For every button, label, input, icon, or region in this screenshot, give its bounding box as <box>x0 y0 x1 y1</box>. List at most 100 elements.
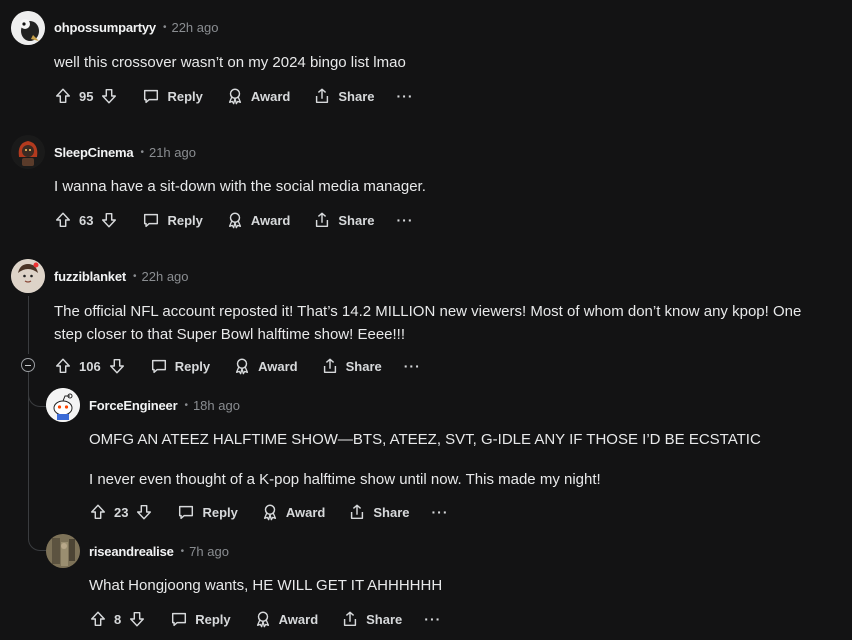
comment-text: OMFG AN ATEEZ HALFTIME SHOW—BTS, ATEEZ, … <box>89 431 761 448</box>
separator-dot: • <box>133 271 137 282</box>
award-ribbon-icon <box>225 86 245 106</box>
avatar[interactable] <box>11 11 45 45</box>
share-icon <box>312 86 332 106</box>
reply-button[interactable]: Reply <box>141 86 203 106</box>
reply-button[interactable]: Reply <box>149 356 210 376</box>
reply-button[interactable]: Reply <box>176 502 238 522</box>
comment-meta: ForceEngineer • 18h ago <box>89 398 240 413</box>
share-icon <box>347 502 367 522</box>
author-name[interactable]: ohpossumpartyy <box>54 20 156 35</box>
reply-label: Reply <box>167 88 203 104</box>
vote-score: 8 <box>114 611 122 627</box>
separator-dot: • <box>180 546 185 557</box>
timestamp[interactable]: 7h ago <box>189 544 229 559</box>
action-bar: 106 Reply Award Share ··· <box>53 353 421 379</box>
vote-group: 63 <box>53 210 119 230</box>
award-button[interactable]: Award <box>253 609 319 629</box>
award-label: Award <box>278 611 319 627</box>
vote-score: 106 <box>79 358 101 374</box>
separator-dot: • <box>184 400 188 411</box>
more-options-button[interactable]: ··· <box>397 212 414 228</box>
award-button[interactable]: Award <box>225 210 290 230</box>
comment-text: I never even thought of a K-pop halftime… <box>89 471 601 488</box>
comment-meta: riseandrealise • 7h ago <box>89 544 229 559</box>
arrow-down-icon[interactable] <box>134 502 154 522</box>
avatar[interactable] <box>46 534 80 568</box>
action-bar: 95 Reply Award Share ··· <box>53 83 414 109</box>
award-ribbon-icon <box>225 210 245 230</box>
action-bar: 8 Reply Award Share ··· <box>88 606 441 632</box>
share-button[interactable]: Share <box>340 609 402 629</box>
reply-button[interactable]: Reply <box>141 210 203 230</box>
thread-branch <box>28 390 47 407</box>
arrow-up-icon[interactable] <box>88 609 108 629</box>
author-name[interactable]: SleepCinema <box>54 145 134 160</box>
award-button[interactable]: Award <box>232 356 298 376</box>
separator-dot: • <box>162 22 167 33</box>
share-button[interactable]: Share <box>312 86 375 106</box>
comment-body: OMFG AN ATEEZ HALFTIME SHOW—BTS, ATEEZ, … <box>89 428 829 491</box>
more-options-button[interactable]: ··· <box>397 88 414 104</box>
arrow-down-icon[interactable] <box>127 609 147 629</box>
reply-label: Reply <box>195 611 231 627</box>
more-options-button[interactable]: ··· <box>432 504 449 520</box>
author-name[interactable]: riseandrealise <box>89 544 174 559</box>
share-button[interactable]: Share <box>320 356 382 376</box>
timestamp[interactable]: 18h ago <box>193 398 240 413</box>
award-button[interactable]: Award <box>260 502 325 522</box>
award-label: Award <box>250 88 291 104</box>
speech-bubble-icon <box>149 356 169 376</box>
share-icon <box>340 609 360 629</box>
share-label: Share <box>366 611 403 627</box>
thread-line <box>28 296 29 354</box>
timestamp[interactable]: 21h ago <box>149 145 196 160</box>
vote-group: 95 <box>53 86 119 106</box>
more-options-button[interactable]: ··· <box>404 358 421 374</box>
award-ribbon-icon <box>253 609 273 629</box>
share-button[interactable]: Share <box>347 502 410 522</box>
comment-meta: SleepCinema • 21h ago <box>54 145 196 160</box>
share-label: Share <box>345 358 382 374</box>
arrow-up-icon[interactable] <box>88 502 108 522</box>
award-ribbon-icon <box>260 502 280 522</box>
arrow-down-icon[interactable] <box>99 86 119 106</box>
arrow-down-icon[interactable] <box>99 210 119 230</box>
reply-label: Reply <box>174 358 211 374</box>
comment-text: What Hongjoong wants, HE WILL GET IT AHH… <box>89 577 443 594</box>
vote-group: 23 <box>88 502 154 522</box>
author-name[interactable]: ForceEngineer <box>89 398 178 413</box>
award-label: Award <box>258 358 298 374</box>
vote-score: 63 <box>79 212 94 228</box>
timestamp[interactable]: 22h ago <box>171 20 218 35</box>
arrow-up-icon[interactable] <box>53 356 73 376</box>
vote-score: 95 <box>79 88 94 104</box>
speech-bubble-icon <box>169 609 189 629</box>
author-name[interactable]: fuzziblanket <box>54 269 126 284</box>
share-label: Share <box>338 212 375 228</box>
arrow-up-icon[interactable] <box>53 86 73 106</box>
speech-bubble-icon <box>141 210 161 230</box>
share-label: Share <box>338 88 375 104</box>
collapse-minus-icon[interactable] <box>21 358 35 372</box>
avatar[interactable] <box>46 388 80 422</box>
vote-score: 23 <box>114 504 129 520</box>
action-bar: 23 Reply Award Share ··· <box>88 499 449 525</box>
timestamp[interactable]: 22h ago <box>142 269 189 284</box>
reply-button[interactable]: Reply <box>169 609 231 629</box>
comment-text: I wanna have a sit-down with the social … <box>54 178 426 195</box>
avatar[interactable] <box>11 135 45 169</box>
action-bar: 63 Reply Award Share ··· <box>53 207 414 233</box>
arrow-down-icon[interactable] <box>107 356 127 376</box>
avatar[interactable] <box>11 259 45 293</box>
separator-dot: • <box>140 147 144 158</box>
more-options-button[interactable]: ··· <box>424 611 441 627</box>
comment-body: I wanna have a sit-down with the social … <box>54 175 834 198</box>
share-button[interactable]: Share <box>312 210 375 230</box>
speech-bubble-icon <box>141 86 161 106</box>
award-ribbon-icon <box>232 356 252 376</box>
arrow-up-icon[interactable] <box>53 210 73 230</box>
share-label: Share <box>373 504 410 520</box>
share-icon <box>312 210 332 230</box>
speech-bubble-icon <box>176 502 196 522</box>
award-button[interactable]: Award <box>225 86 291 106</box>
